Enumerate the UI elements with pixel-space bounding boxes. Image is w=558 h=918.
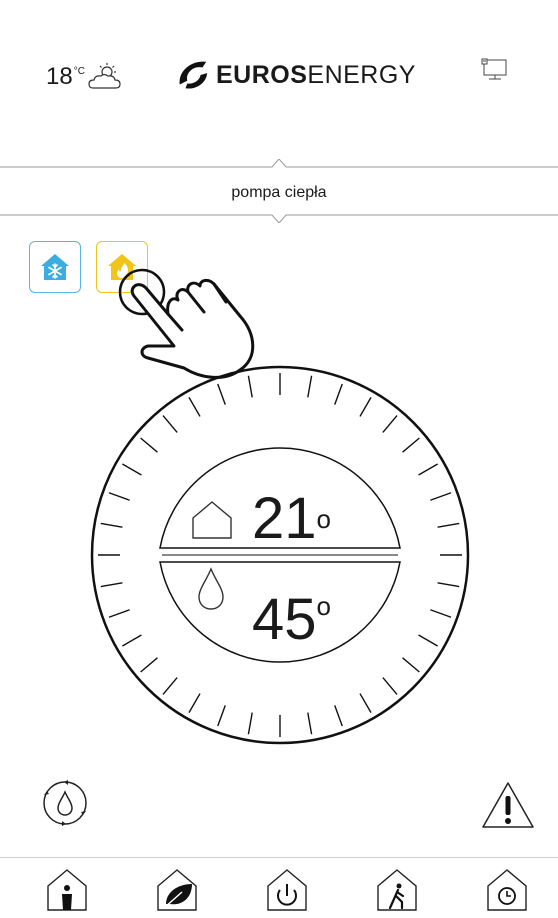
dial-tick: [217, 383, 226, 405]
water-temperature: 45: [252, 587, 317, 652]
water-drop-icon: [198, 567, 224, 610]
dial-tick: [418, 634, 438, 647]
dial-tick: [359, 693, 372, 713]
water-temp-readout: 45 o: [196, 567, 331, 649]
dial-tick: [247, 375, 253, 398]
dial-tick: [437, 582, 460, 588]
temperature-dial[interactable]: 21 o 45 o: [90, 360, 470, 765]
dial-tick: [430, 609, 452, 618]
room-degree: o: [316, 503, 331, 534]
schedule-clock-house-icon: [487, 869, 527, 911]
nav-home-person[interactable]: [42, 866, 92, 912]
dial-tick: [334, 705, 343, 727]
dial-tick: [140, 437, 158, 453]
dial-tick: [188, 397, 201, 417]
weather-widget: 18 °C: [46, 62, 123, 97]
dial-tick: [430, 492, 452, 501]
nav-power[interactable]: [262, 866, 312, 912]
nav-eco[interactable]: [152, 866, 202, 912]
room-temperature: 21: [252, 486, 317, 551]
room-temp-readout: 21 o: [190, 490, 331, 548]
monitor-icon[interactable]: [481, 58, 509, 89]
cooling-mode-button[interactable]: [29, 241, 81, 293]
snowflake-house-icon: [41, 254, 69, 280]
outside-temperature: 18: [46, 63, 73, 90]
dial-tick: [359, 397, 372, 417]
dial-tick: [307, 375, 313, 398]
dial-tick: [100, 582, 123, 588]
bottom-nav: [0, 857, 558, 918]
dial-tick: [307, 712, 313, 735]
water-cycle-icon: [43, 780, 87, 826]
warning-button[interactable]: [480, 780, 536, 830]
power-house-icon: [267, 869, 307, 911]
dial-tick: [247, 712, 253, 735]
brand-name-bold: EUROS: [216, 60, 308, 89]
partly-cloudy-icon: [87, 62, 123, 97]
temperature-unit: °C: [73, 66, 85, 77]
dial-tick: [334, 383, 343, 405]
dial-tick: [217, 705, 226, 727]
home-person-icon: [47, 869, 87, 911]
section-header: pompa ciepła: [0, 159, 558, 223]
brand-logo: EUROSENERGY: [176, 52, 416, 98]
dial-tick: [402, 437, 420, 453]
eco-leaf-house-icon: [157, 869, 197, 911]
section-title: pompa ciepła: [231, 184, 327, 201]
dial-tick: [382, 677, 398, 695]
dial-tick: [122, 463, 142, 476]
dial-tick: [437, 522, 460, 528]
dial-tick: [122, 634, 142, 647]
water-degree: o: [316, 591, 331, 621]
water-cycle-button[interactable]: [40, 778, 90, 828]
dial-tick: [100, 522, 123, 528]
dial-tick: [140, 657, 158, 673]
dial-tick: [108, 609, 130, 618]
nav-schedule[interactable]: [482, 866, 532, 912]
dial-tick: [108, 492, 130, 501]
dial-tick: [162, 677, 178, 695]
nav-away[interactable]: [372, 866, 422, 912]
euros-logo-mark: [179, 61, 208, 89]
dial-tick: [188, 693, 201, 713]
brand-name-light: ENERGY: [307, 60, 416, 89]
dial-tick: [418, 463, 438, 476]
dial-tick: [402, 657, 420, 673]
dial-tick: [162, 415, 178, 433]
dial-tick: [382, 415, 398, 433]
house-icon: [192, 501, 232, 539]
away-walking-house-icon: [377, 869, 417, 911]
warning-icon: [482, 782, 534, 828]
